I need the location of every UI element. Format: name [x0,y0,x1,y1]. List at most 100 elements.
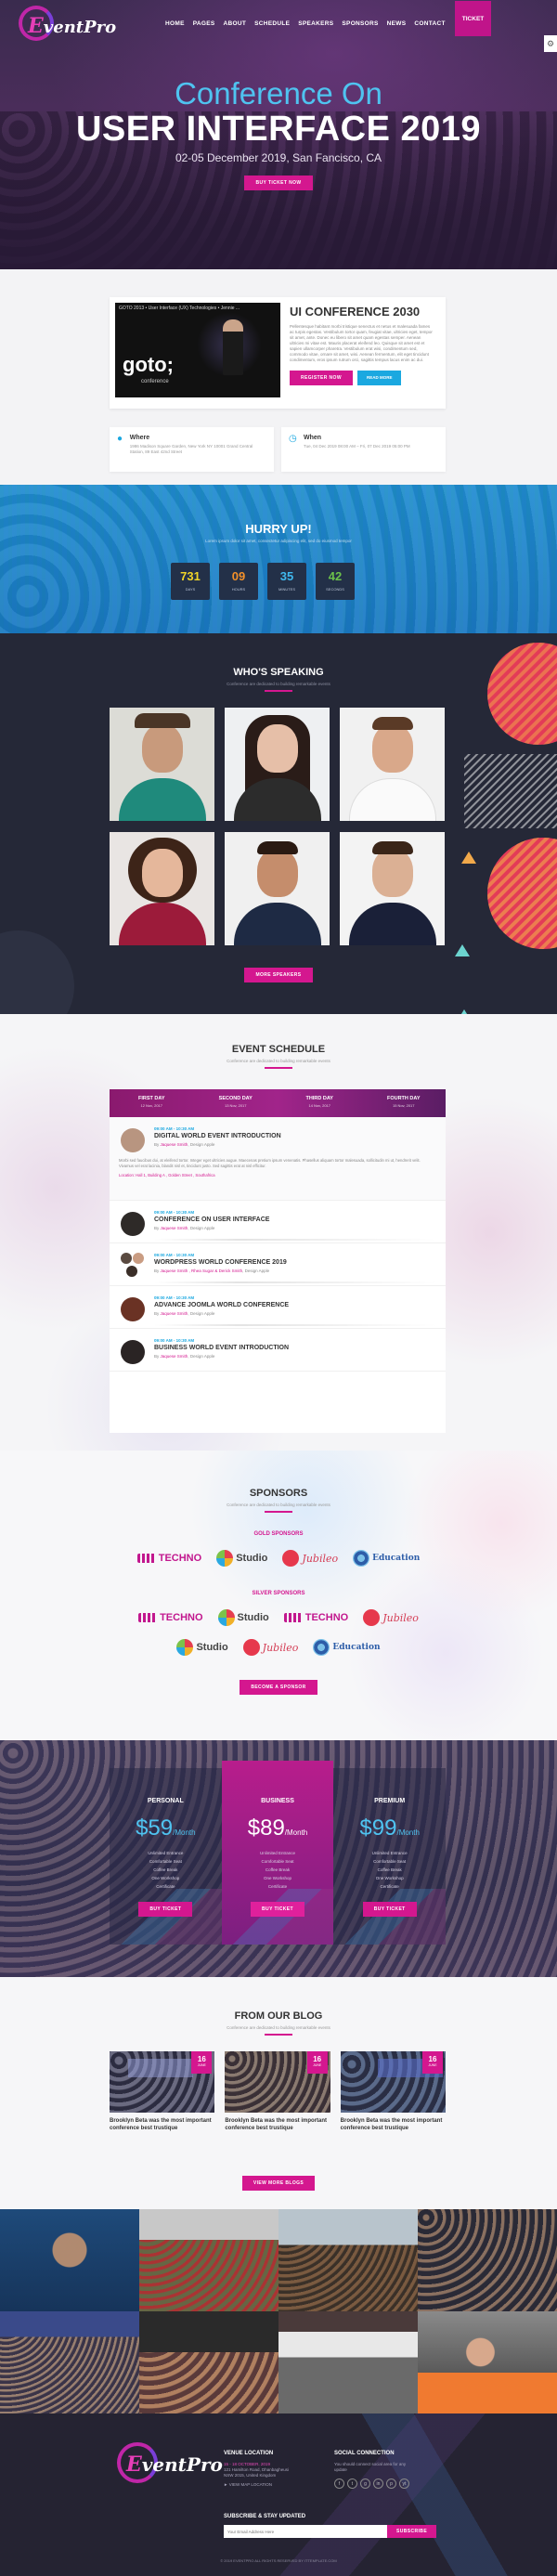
tab-second-day[interactable]: SECOND DAY 13 Nov, 2017 [194,1089,278,1117]
countdown-value: 35 [279,569,294,583]
schedule-item[interactable]: 09:00 AM - 10:30 AM CONFERENCE ON USER I… [110,1201,446,1243]
gallery-photo[interactable] [0,2209,139,2311]
tab-first-day[interactable]: FIRST DAY 12 Nov, 2017 [110,1089,194,1117]
blog-post[interactable]: 16 JUNE Brooklyn Beta was the most import… [340,2051,446,2132]
twitter-icon[interactable]: t [347,2478,357,2489]
speaker-card[interactable] [225,832,330,945]
schedule-title: EVENT SCHEDULE [231,1044,326,1055]
register-now-button[interactable]: REGISTER NOW [290,371,353,385]
speaker-card[interactable] [340,832,445,945]
blog-post-date-badge: 16 JUNE [306,2051,328,2074]
sponsor-logo-jubileo[interactable]: Jubileo [363,1609,419,1626]
blog-post-title[interactable]: Brooklyn Beta was the most important con… [110,2117,214,2132]
copyright-text: © 2019 EVENTPRO ALL RIGHTS RESERVED BY I… [220,2558,337,2563]
countdown-days: 731 DAYS [171,563,210,600]
menu-item-about[interactable]: ABOUT [223,20,246,27]
buy-ticket-button[interactable]: BUY TICKET [251,1902,304,1917]
subscribe-button[interactable]: SUBSCRIBE [387,2525,437,2538]
gallery-photo[interactable] [139,2311,278,2413]
gallery-photo[interactable] [418,2311,557,2413]
schedule-item[interactable]: 09:00 AM - 10:30 AM WORDPRESS WORLD CONF… [110,1243,446,1286]
sponsor-logo-techno[interactable]: TECHNO [136,1553,201,1564]
footer-logo[interactable]: EventPro [110,2441,223,2488]
sponsor-logo-education[interactable]: Education [353,1550,420,1567]
about-text: Pellentesque habitant morbi tristique se… [290,324,433,362]
countdown-subtitle: Lorem ipsum dolor sit amet, consectetur … [205,539,352,543]
more-speakers-button[interactable]: MORE SPEAKERS [244,968,313,982]
sponsor-logo-jubileo[interactable]: Jubileo [282,1550,338,1567]
sponsor-logo-studio[interactable]: Studio [176,1639,228,1656]
tab-fourth-day[interactable]: FOURTH DAY 15 Nov, 2017 [362,1089,447,1117]
schedule-subtitle: Conference are dedicated to building rem… [227,1059,330,1063]
countdown-label: DAYS [185,587,196,592]
blog-post-image: 16 JUNE [340,2051,446,2113]
speaker-card[interactable] [110,708,214,821]
schedule-item[interactable]: 09:00 AM - 10:30 AM ADVANCE JOOMLA WORLD… [110,1286,446,1329]
buy-ticket-now-button[interactable]: BUY TICKET NOW [244,176,313,190]
where-card: ● Where 1986 Madison Square Garden, New … [110,427,274,472]
top-navigation: EventPro HOME PAGES ABOUT SCHEDULE SPEAK… [0,0,557,46]
about-title: UI CONFERENCE 2030 [290,305,421,319]
blog-post-image: 16 JUNE [225,2051,330,2113]
email-field[interactable] [224,2525,387,2538]
video-title: GOTO 2013 • User Interface (UX) Technolo… [119,306,240,311]
menu-item-pages[interactable]: PAGES [193,20,215,27]
speaker-avatar [133,1253,144,1264]
sponsors-section: SPONSORS Conference are dedicated to bui… [0,1451,557,1740]
youtube-icon[interactable]: yt [399,2478,409,2489]
menu-item-schedule[interactable]: SCHEDULE [254,20,290,27]
sponsor-logo-techno[interactable]: TECHNO [283,1612,348,1623]
countdown-label: SECONDS [326,587,344,592]
pinterest-icon[interactable]: p [386,2478,396,2489]
menu-item-sponsors[interactable]: SPONSORS [342,20,378,27]
speaker-card[interactable] [110,832,214,945]
sponsor-logo-jubileo[interactable]: Jubileo [242,1639,298,1656]
menu-item-news[interactable]: NEWS [387,20,407,27]
blog-post[interactable]: 16 JUNE Brooklyn Beta was the most import… [225,2051,330,2132]
hero-subtitle: Conference On [175,76,382,111]
gallery-photo[interactable] [278,2209,418,2311]
gallery-photo[interactable] [418,2209,557,2311]
ticket-button[interactable]: TICKET [454,1,492,36]
view-map-link[interactable]: ► VIEW MAP LOCATION [224,2482,289,2488]
speaker-card[interactable] [340,708,445,821]
google-plus-icon[interactable]: g [360,2478,370,2489]
read-more-button[interactable]: READ MORE [356,371,402,385]
facebook-icon[interactable]: f [334,2478,344,2489]
blog-post[interactable]: 16 JUNE Brooklyn Beta was the most import… [110,2051,215,2132]
video-speaker-image [223,319,243,375]
countdown-label: MINUTES [278,587,295,592]
blog-post-title[interactable]: Brooklyn Beta was the most important con… [225,2117,330,2132]
sponsor-logo-techno[interactable]: TECHNO [138,1612,203,1623]
buy-ticket-button[interactable]: BUY TICKET [362,1902,417,1917]
become-sponsor-button[interactable]: BECOME A SPONSOR [240,1680,317,1695]
schedule-item[interactable]: 09:00 AM - 10:30 AM BUSINESS WORLD EVENT… [110,1329,446,1372]
clock-icon: ◷ [289,434,297,444]
tab-third-day[interactable]: THIRD DAY 14 Nov, 2017 [278,1089,362,1117]
sponsor-logo-education[interactable]: Education [313,1639,381,1656]
sponsor-logo-studio[interactable]: Studio [217,1609,269,1626]
view-more-blogs-button[interactable]: VIEW MORE BLOGS [241,2176,316,2191]
sponsors-title: SPONSORS [249,1488,308,1499]
gallery-photo[interactable] [0,2311,139,2413]
buy-ticket-button[interactable]: BUY TICKET [138,1902,193,1917]
sponsor-logo-studio[interactable]: Studio [216,1550,267,1567]
site-logo[interactable]: EventPro [11,5,116,42]
speaker-card[interactable] [225,708,330,821]
video-player[interactable]: GOTO 2013 • User Interface (UX) Technolo… [115,303,280,397]
gold-sponsors-label: GOLD SPONSORS [253,1531,304,1537]
settings-icon[interactable]: ⚙ [544,35,557,52]
gallery-photo[interactable] [278,2311,418,2413]
gallery-photo[interactable] [139,2209,278,2311]
schedule-item[interactable]: 09:00 AM - 10:30 AM DIGITAL WORLD EVENT … [110,1117,446,1201]
location-pin-icon: ● [117,434,123,444]
menu-item-contact[interactable]: CONTACT [414,20,445,27]
when-text: Tue, 04 Dec 2019 08:00 AM – Fri, 07 Dec … [304,444,410,449]
countdown-minutes: 35 MINUTES [267,563,306,600]
menu-item-speakers[interactable]: SPEAKERS [298,20,333,27]
menu-item-home[interactable]: HOME [165,20,185,27]
linkedin-icon[interactable]: in [373,2478,383,2489]
blog-post-title[interactable]: Brooklyn Beta was the most important con… [341,2117,446,2132]
when-card: ◷ When Tue, 04 Dec 2019 08:00 AM – Fri, … [281,427,446,472]
blog-subtitle: Conference are dedicated to building rem… [227,2025,330,2030]
